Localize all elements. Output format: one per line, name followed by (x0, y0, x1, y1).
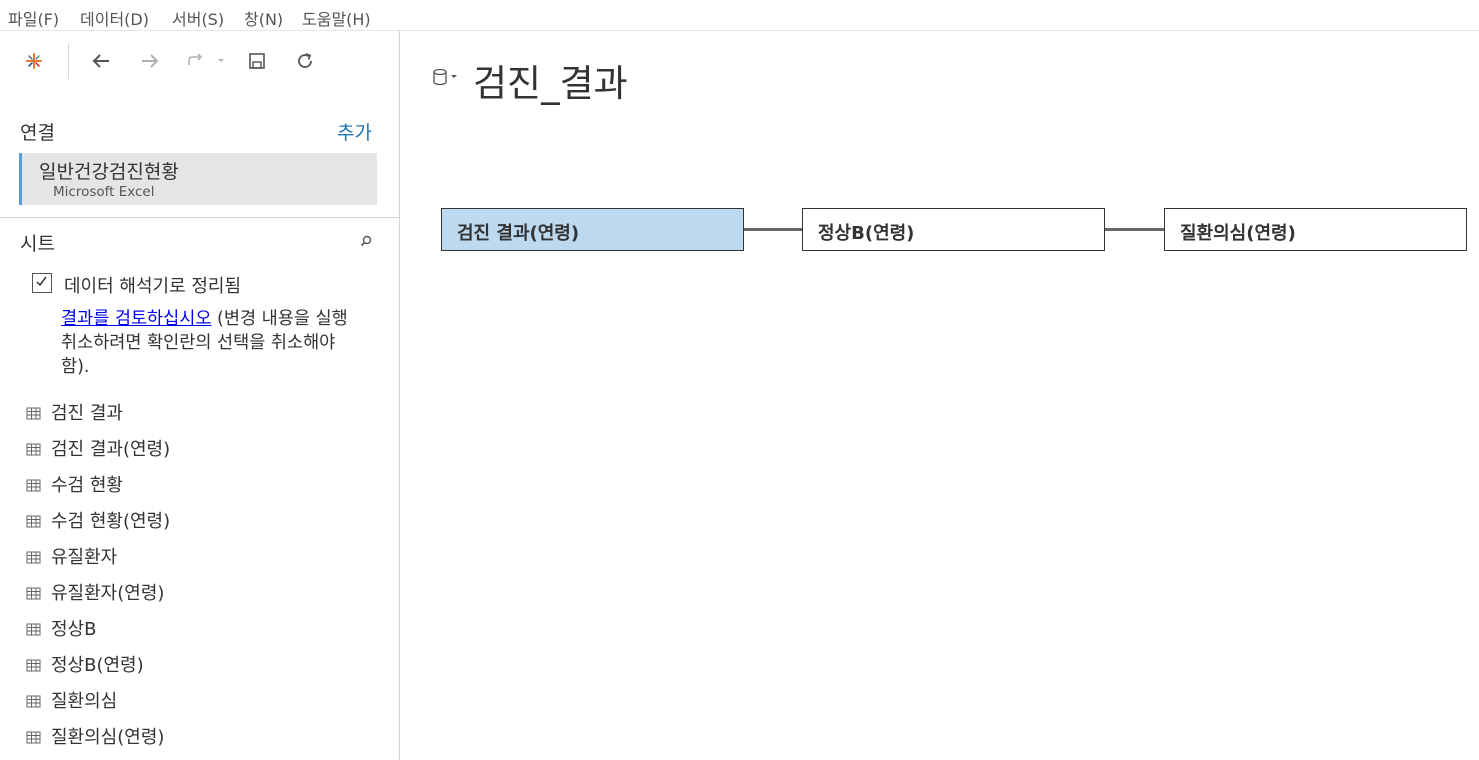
connection-name: 일반건강검진현황 (39, 161, 179, 183)
sheet-item-label: 유질환자(연령) (51, 583, 165, 604)
join-line[interactable] (1105, 228, 1164, 231)
table-card-label: 질환의심(연령) (1180, 223, 1296, 244)
back-icon[interactable] (86, 46, 116, 76)
join-line[interactable] (744, 228, 802, 231)
table-icon (26, 657, 42, 672)
sheets-heading: 시트 (20, 233, 55, 255)
table-icon (26, 405, 42, 420)
redo-dropdown-icon[interactable] (214, 46, 228, 76)
table-icon (26, 621, 42, 636)
toolbar-separator (68, 43, 69, 79)
menu-file[interactable]: 파일(F) (8, 6, 59, 30)
review-results-link[interactable]: 결과를 검토하십시오 (61, 309, 211, 329)
datasource-title[interactable]: 검진_결과 (473, 53, 628, 107)
table-card-3[interactable]: 질환의심(연령) (1164, 208, 1467, 251)
menu-bar: 파일(F) 데이터(D) 서버(S) 창(N) 도움말(H) (0, 0, 1479, 31)
table-icon (26, 441, 42, 456)
table-card-1[interactable]: 검진 결과(연령) (441, 208, 744, 251)
table-card-label: 검진 결과(연령) (457, 223, 580, 244)
connection-item[interactable]: 일반건강검진현황 Microsoft Excel (19, 153, 377, 205)
data-interpreter-checkbox[interactable] (32, 273, 52, 293)
sheet-item-label: 수검 현황 (51, 475, 123, 496)
data-interpreter-label: 데이터 해석기로 정리됨 (64, 276, 242, 297)
sheet-item-label: 유질환자 (51, 547, 118, 568)
toolbar (0, 31, 399, 91)
interpreter-note: 결과를 검토하십시오 (변경 내용을 실행 취소하려면 확인란의 선택을 취소해… (61, 307, 361, 379)
add-connection-link[interactable]: 추가 (337, 118, 372, 145)
sheet-item-label: 검진 결과 (51, 403, 123, 424)
sidebar-divider (0, 217, 399, 218)
datasource-icon[interactable] (432, 67, 460, 87)
sheet-item-label: 질환의심 (51, 691, 118, 712)
redo-icon[interactable] (181, 46, 211, 76)
table-icon (26, 693, 42, 708)
table-icon (26, 729, 42, 744)
search-icon[interactable] (358, 233, 374, 249)
sheet-item-label: 정상B(연령) (51, 655, 144, 676)
data-source-sidebar: 연결 추가 일반건강검진현황 Microsoft Excel 시트 데이터 해석… (0, 31, 400, 760)
sheet-item-label: 정상B (51, 619, 97, 640)
forward-icon[interactable] (135, 46, 165, 76)
table-card-2[interactable]: 정상B(연령) (802, 208, 1105, 251)
table-icon (26, 477, 42, 492)
menu-window[interactable]: 창(N) (244, 6, 283, 30)
join-canvas: 검진_결과 검진 결과(연령) 정상B(연령) 질환의심(연령) (400, 31, 1479, 760)
menu-data[interactable]: 데이터(D) (80, 6, 149, 30)
table-card-label: 정상B(연령) (818, 223, 915, 244)
tableau-logo-icon[interactable] (19, 46, 49, 76)
menu-help[interactable]: 도움말(H) (302, 6, 371, 30)
refresh-icon[interactable] (290, 46, 320, 76)
table-icon (26, 513, 42, 528)
connections-heading: 연결 (20, 122, 55, 144)
save-icon[interactable] (242, 46, 272, 76)
table-icon (26, 549, 42, 564)
sheet-item-label: 수검 현황(연령) (51, 511, 171, 532)
connection-type: Microsoft Excel (53, 184, 155, 200)
menu-server[interactable]: 서버(S) (172, 6, 224, 30)
sheet-item-label: 질환의심(연령) (51, 727, 165, 748)
sheet-item-label: 검진 결과(연령) (51, 439, 171, 460)
table-icon (26, 585, 42, 600)
